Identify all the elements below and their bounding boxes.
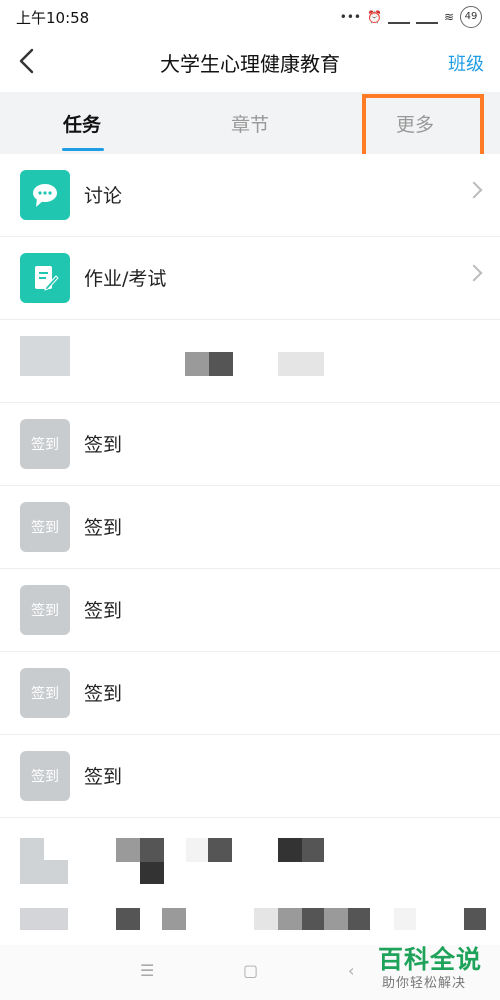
pixelated-block	[324, 908, 348, 930]
nav-bar: 大学生心理健康教育 班级	[0, 34, 500, 90]
discussion-bubble-icon	[20, 170, 70, 220]
pixelated-block	[278, 908, 302, 930]
pixelated-block	[162, 908, 186, 930]
watermark-title: 百科全说	[378, 945, 483, 974]
list-item-label: 签到	[84, 683, 123, 705]
pixelated-block	[185, 352, 209, 376]
pixelated-block	[20, 908, 68, 930]
tab-chapter[interactable]: 章节	[231, 110, 269, 137]
watermark-subtitle: 助你轻松解决	[382, 976, 467, 991]
list-item-obscured[interactable]	[0, 320, 500, 403]
pixelated-block	[116, 908, 140, 930]
alarm-icon: ⏰	[366, 10, 382, 24]
signin-icon: 签到	[20, 585, 70, 635]
list-item-signin[interactable]: 签到 签到	[0, 486, 500, 569]
pixelated-block	[348, 908, 370, 930]
status-icons: ••• ⏰ ≋ 49	[340, 6, 482, 28]
list-item-discussion[interactable]: 讨论	[0, 154, 500, 237]
pixelated-block	[209, 352, 233, 376]
more-dots-icon: •••	[339, 10, 361, 24]
pixelated-block	[20, 838, 44, 884]
list-item-signin[interactable]: 签到 签到	[0, 569, 500, 652]
list-item-signin[interactable]: 签到 签到	[0, 652, 500, 735]
list-item-signin[interactable]: 签到 签到	[0, 403, 500, 486]
obscured-icon	[20, 336, 70, 376]
list-item-label: 讨论	[84, 185, 123, 207]
menu-icon[interactable]: ☰	[140, 961, 154, 980]
signal-icon-2	[415, 10, 438, 24]
page-title: 大学生心理健康教育	[160, 52, 340, 76]
chevron-right-icon	[465, 264, 483, 282]
pixelated-block	[278, 352, 324, 376]
list-item-label: 作业/考试	[84, 268, 167, 290]
pixelated-block	[140, 838, 164, 862]
signin-icon: 签到	[20, 419, 70, 469]
home-square-icon[interactable]: ▢	[243, 961, 258, 980]
pixelated-block	[116, 838, 140, 862]
pixelated-block	[302, 908, 324, 930]
chevron-right-icon	[465, 181, 483, 199]
signin-icon: 签到	[20, 502, 70, 552]
list-item-signin[interactable]: 签到 签到	[0, 735, 500, 818]
class-link[interactable]: 班级	[448, 50, 484, 76]
wifi-icon: ≋	[443, 10, 454, 24]
battery-badge: 49	[460, 6, 482, 28]
pixelated-block	[464, 908, 486, 930]
tab-task[interactable]: 任务	[63, 110, 101, 137]
pixelated-block	[394, 908, 416, 930]
more-tab-highlight-box	[362, 94, 484, 158]
list-item-label: 签到	[84, 434, 123, 456]
pixelated-block	[44, 860, 68, 884]
signin-icon: 签到	[20, 668, 70, 718]
list-item-label: 签到	[84, 766, 123, 788]
pixelated-block	[208, 838, 232, 862]
status-time: 上午10:58	[16, 9, 90, 27]
status-bar: 上午10:58 ••• ⏰ ≋ 49	[0, 0, 500, 34]
signin-icon: 签到	[20, 751, 70, 801]
pixelated-block	[302, 838, 324, 862]
pixelated-block	[278, 838, 302, 862]
active-tab-indicator	[62, 148, 104, 151]
list-item-label: 签到	[84, 517, 123, 539]
homework-edit-icon	[20, 253, 70, 303]
pixelated-block	[140, 862, 164, 884]
back-triangle-icon[interactable]: ‹	[348, 961, 354, 980]
pixelated-block	[254, 908, 278, 930]
list-item-homework-exam[interactable]: 作业/考试	[0, 237, 500, 320]
signal-icon	[387, 10, 410, 24]
pixelated-block	[186, 838, 208, 862]
list-item-label: 签到	[84, 600, 123, 622]
